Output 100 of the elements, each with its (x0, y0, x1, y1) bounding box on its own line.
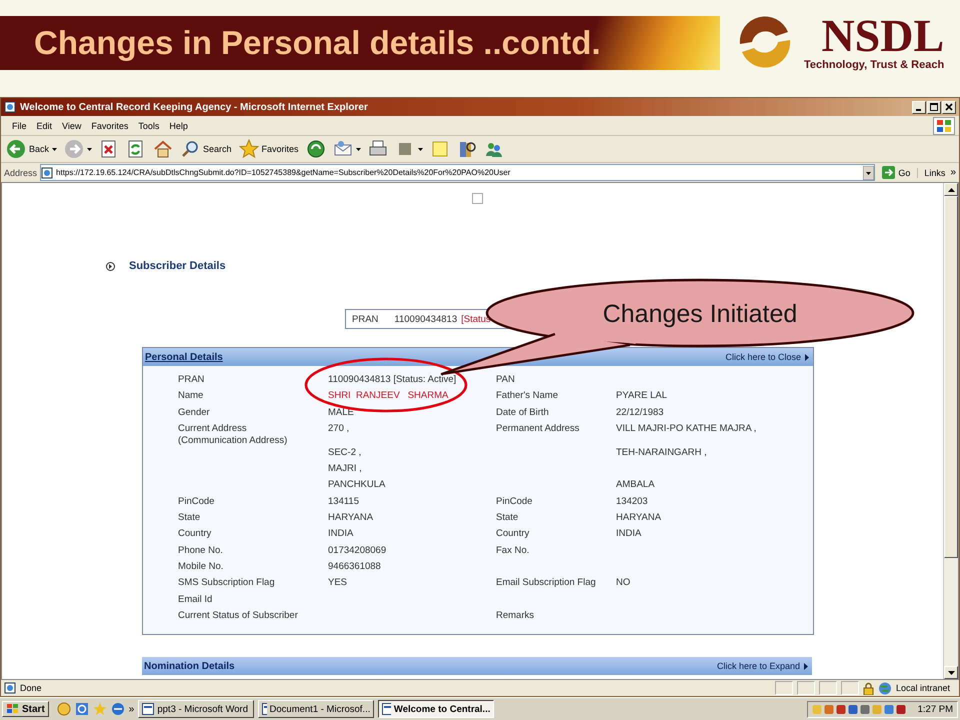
tray-icon[interactable] (896, 704, 906, 714)
field-value: 110090434813 [Status: Active] (328, 374, 456, 385)
menu-item[interactable]: View (57, 120, 86, 130)
field-value: 134203 (616, 496, 648, 507)
field-label: Mobile No. (178, 560, 224, 572)
globe-icon (878, 682, 892, 694)
lock-icon (863, 682, 874, 694)
back-icon (6, 139, 26, 159)
field-label: Current Address (Communication Address) (178, 422, 288, 446)
page-icon (4, 682, 16, 694)
scroll-thumb[interactable] (944, 196, 958, 558)
taskbar-button[interactable]: ppt3 - Microsoft Word (138, 700, 254, 718)
panel-toggle-link[interactable]: Click here to Expand (716, 661, 808, 672)
field-label: Country (178, 528, 212, 540)
field-label: Gender (178, 406, 210, 418)
start-button[interactable]: Start (2, 701, 49, 717)
tray-icon[interactable] (860, 704, 870, 714)
links-button[interactable]: Links (917, 168, 948, 178)
maximize-button[interactable] (927, 100, 941, 114)
go-button[interactable]: Go (878, 166, 914, 179)
scroll-down-button[interactable] (944, 666, 958, 679)
field-value: HARYANA (616, 512, 662, 524)
scrollbar-track[interactable] (943, 183, 958, 679)
search-button[interactable]: Search (179, 138, 233, 160)
field-value: TEH-NARAINGARH , (616, 446, 707, 458)
media-button[interactable] (304, 138, 327, 160)
window-icon (382, 703, 391, 715)
panel-title[interactable]: Nomination Details (144, 660, 235, 672)
favorites-icon (238, 139, 259, 159)
field-value: INDIA (328, 528, 354, 540)
home-button[interactable] (152, 138, 174, 160)
field-value: 9466361088 (328, 560, 381, 572)
favorites-button[interactable]: Favorites (238, 138, 300, 160)
address-field[interactable]: https://172.19.65.124/CRA/subDtlsChngSubmit.do?ID=1052745389&getName=Subscriber%20Details%20For%20PAO%20User (40, 164, 876, 181)
search-icon (180, 139, 200, 159)
field-value: SEC-2 , (328, 446, 362, 458)
field-label: PinCode (178, 496, 214, 507)
taskbar-button[interactable]: Document1 - Microsof... (258, 700, 374, 718)
dropdown-icon[interactable] (863, 166, 874, 180)
field-value: 01734208069 (328, 544, 386, 556)
status-text: [Status (461, 314, 491, 324)
up-arrow-icon (948, 188, 954, 192)
logo-wordmark: NSDL (821, 13, 944, 59)
menu-item[interactable]: File (7, 120, 32, 130)
pran-label: PRAN (352, 314, 378, 324)
field-value: PANCHKULA (328, 479, 386, 490)
menu-item[interactable]: Tools (133, 120, 164, 130)
field-value: MAJRI , (328, 463, 362, 474)
scroll-up-button[interactable] (944, 183, 958, 196)
forward-icon (64, 139, 84, 159)
field-label: PinCode (496, 496, 532, 507)
back-button[interactable]: Back (5, 138, 58, 160)
go-arrow-icon (882, 166, 896, 179)
field-value: 22/12/1983 (616, 406, 664, 418)
field-label: Fax No. (496, 544, 530, 556)
status-pane (841, 681, 859, 695)
close-button[interactable] (942, 100, 956, 114)
star-icon[interactable] (92, 702, 107, 716)
image-placeholder-icon (472, 193, 483, 204)
media-icon (306, 139, 326, 159)
menu-item[interactable]: Help (164, 120, 193, 130)
panel-toggle-link[interactable]: Click here to Close (725, 352, 809, 362)
field-value: NO (616, 577, 630, 588)
bullet-icon (106, 262, 115, 270)
status-text: Done (20, 683, 43, 693)
menu-item[interactable]: Favorites (86, 120, 134, 130)
caret-icon[interactable] (52, 148, 58, 150)
field-label: Father's Name (496, 390, 558, 402)
caret-icon[interactable] (356, 148, 361, 150)
close-icon (945, 103, 953, 111)
field-label: Date of Birth (496, 406, 549, 418)
field-label: Phone No. (178, 544, 223, 556)
caret-icon[interactable] (87, 148, 92, 150)
panel-title[interactable]: Personal Details (145, 352, 223, 362)
tray-icon[interactable] (884, 704, 894, 714)
field-value: VILL MAJRI-PO KATHE MAJRA , (616, 422, 756, 434)
links-more-button[interactable]: » (950, 167, 956, 178)
field-label: Country (496, 528, 530, 540)
field-value: AMBALA (616, 479, 655, 490)
field-label: State (496, 512, 518, 524)
minimize-button[interactable] (912, 100, 926, 114)
field-label: Permanent Address (496, 422, 580, 434)
field-label: Current Status of Subscriber (178, 610, 298, 621)
taskbar-button[interactable]: Welcome to Central... (378, 700, 494, 718)
slide-title: Changes in Personal details ..contd. (34, 24, 601, 62)
field-value: MALE (328, 406, 354, 418)
field-value: INDIA (616, 528, 642, 540)
more-button[interactable]: » (128, 704, 134, 714)
window-icon (142, 703, 154, 715)
field-label: Email Subscription Flag (496, 577, 596, 588)
discuss-icon (430, 139, 450, 159)
tray-icon[interactable] (836, 704, 846, 714)
field-value: SHRI RANJEEV SHARMA (328, 390, 448, 402)
window-icon (262, 703, 267, 715)
tray-icon[interactable] (848, 704, 858, 714)
status-pane (797, 681, 815, 695)
field-value: PYARE LAL (616, 390, 668, 402)
caret-icon[interactable] (418, 148, 423, 150)
menu-item[interactable]: Edit (32, 120, 58, 130)
pran-value: 110090434813 (394, 314, 458, 324)
